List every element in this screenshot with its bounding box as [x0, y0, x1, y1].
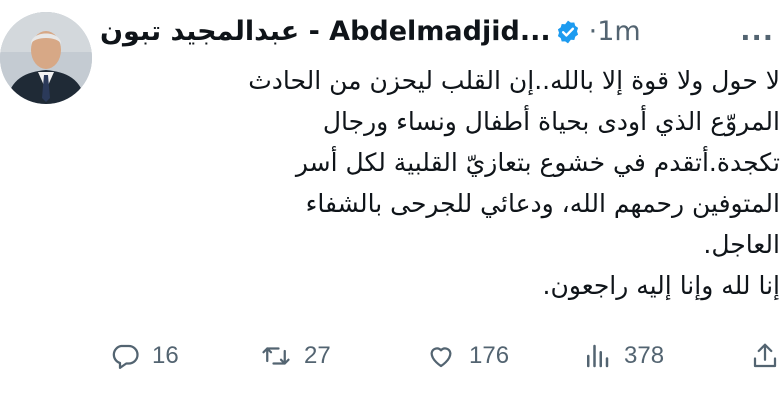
tweet-actions-bar: 16 27 176 378: [110, 336, 780, 376]
views-count: 378: [624, 342, 665, 369]
reply-count: 16: [152, 342, 179, 369]
retweet-count: 27: [304, 342, 331, 369]
reply-icon: [112, 344, 139, 369]
tweet-text-line: لا حول ولا قوة إلا بالله..إن القلب ليحزن…: [248, 66, 780, 95]
tweet-text-line: تكجدة.أتقدم في خشوع بتعازيّ القلبية لكل …: [295, 148, 780, 177]
tweet-text-line: إنا لله وإنا إليه راجعون.: [542, 271, 780, 300]
tweet-text-line: العاجل.: [703, 230, 780, 259]
tweet-card[interactable]: عبدالمجيد تبون - Abdelmadjid... ·1m ... ل…: [0, 0, 780, 405]
tweet-header: عبدالمجيد تبون - Abdelmadjid... ·1m ...: [100, 12, 780, 52]
share-button[interactable]: [750, 336, 780, 376]
tweet-text-line: المتوفين رحمهم الله، ودعائي للجرحى بالشف…: [305, 189, 780, 218]
verified-badge-icon: [555, 17, 581, 57]
tweet-text: لا حول ولا قوة إلا بالله..إن القلب ليحزن…: [100, 60, 780, 306]
avatar-photo: [0, 12, 92, 104]
like-icon: [430, 347, 452, 368]
avatar[interactable]: [0, 12, 92, 104]
views-button[interactable]: 378: [582, 336, 664, 376]
more-options-button[interactable]: ...: [740, 12, 774, 52]
author-display-name[interactable]: عبدالمجيد تبون - Abdelmadjid...: [100, 16, 551, 47]
views-icon: [587, 344, 609, 368]
reply-button[interactable]: 16: [110, 336, 179, 376]
like-button[interactable]: 176: [425, 336, 509, 376]
retweet-icon: [262, 347, 290, 365]
header-separator: ·: [588, 16, 598, 47]
share-icon: [753, 343, 777, 368]
retweet-button[interactable]: 27: [260, 336, 331, 376]
tweet-timestamp[interactable]: 1m: [597, 16, 640, 47]
like-count: 176: [469, 342, 510, 369]
tweet-text-line: المروّع الذي أودى بحياة أطفال ونساء ورجا…: [322, 107, 780, 136]
